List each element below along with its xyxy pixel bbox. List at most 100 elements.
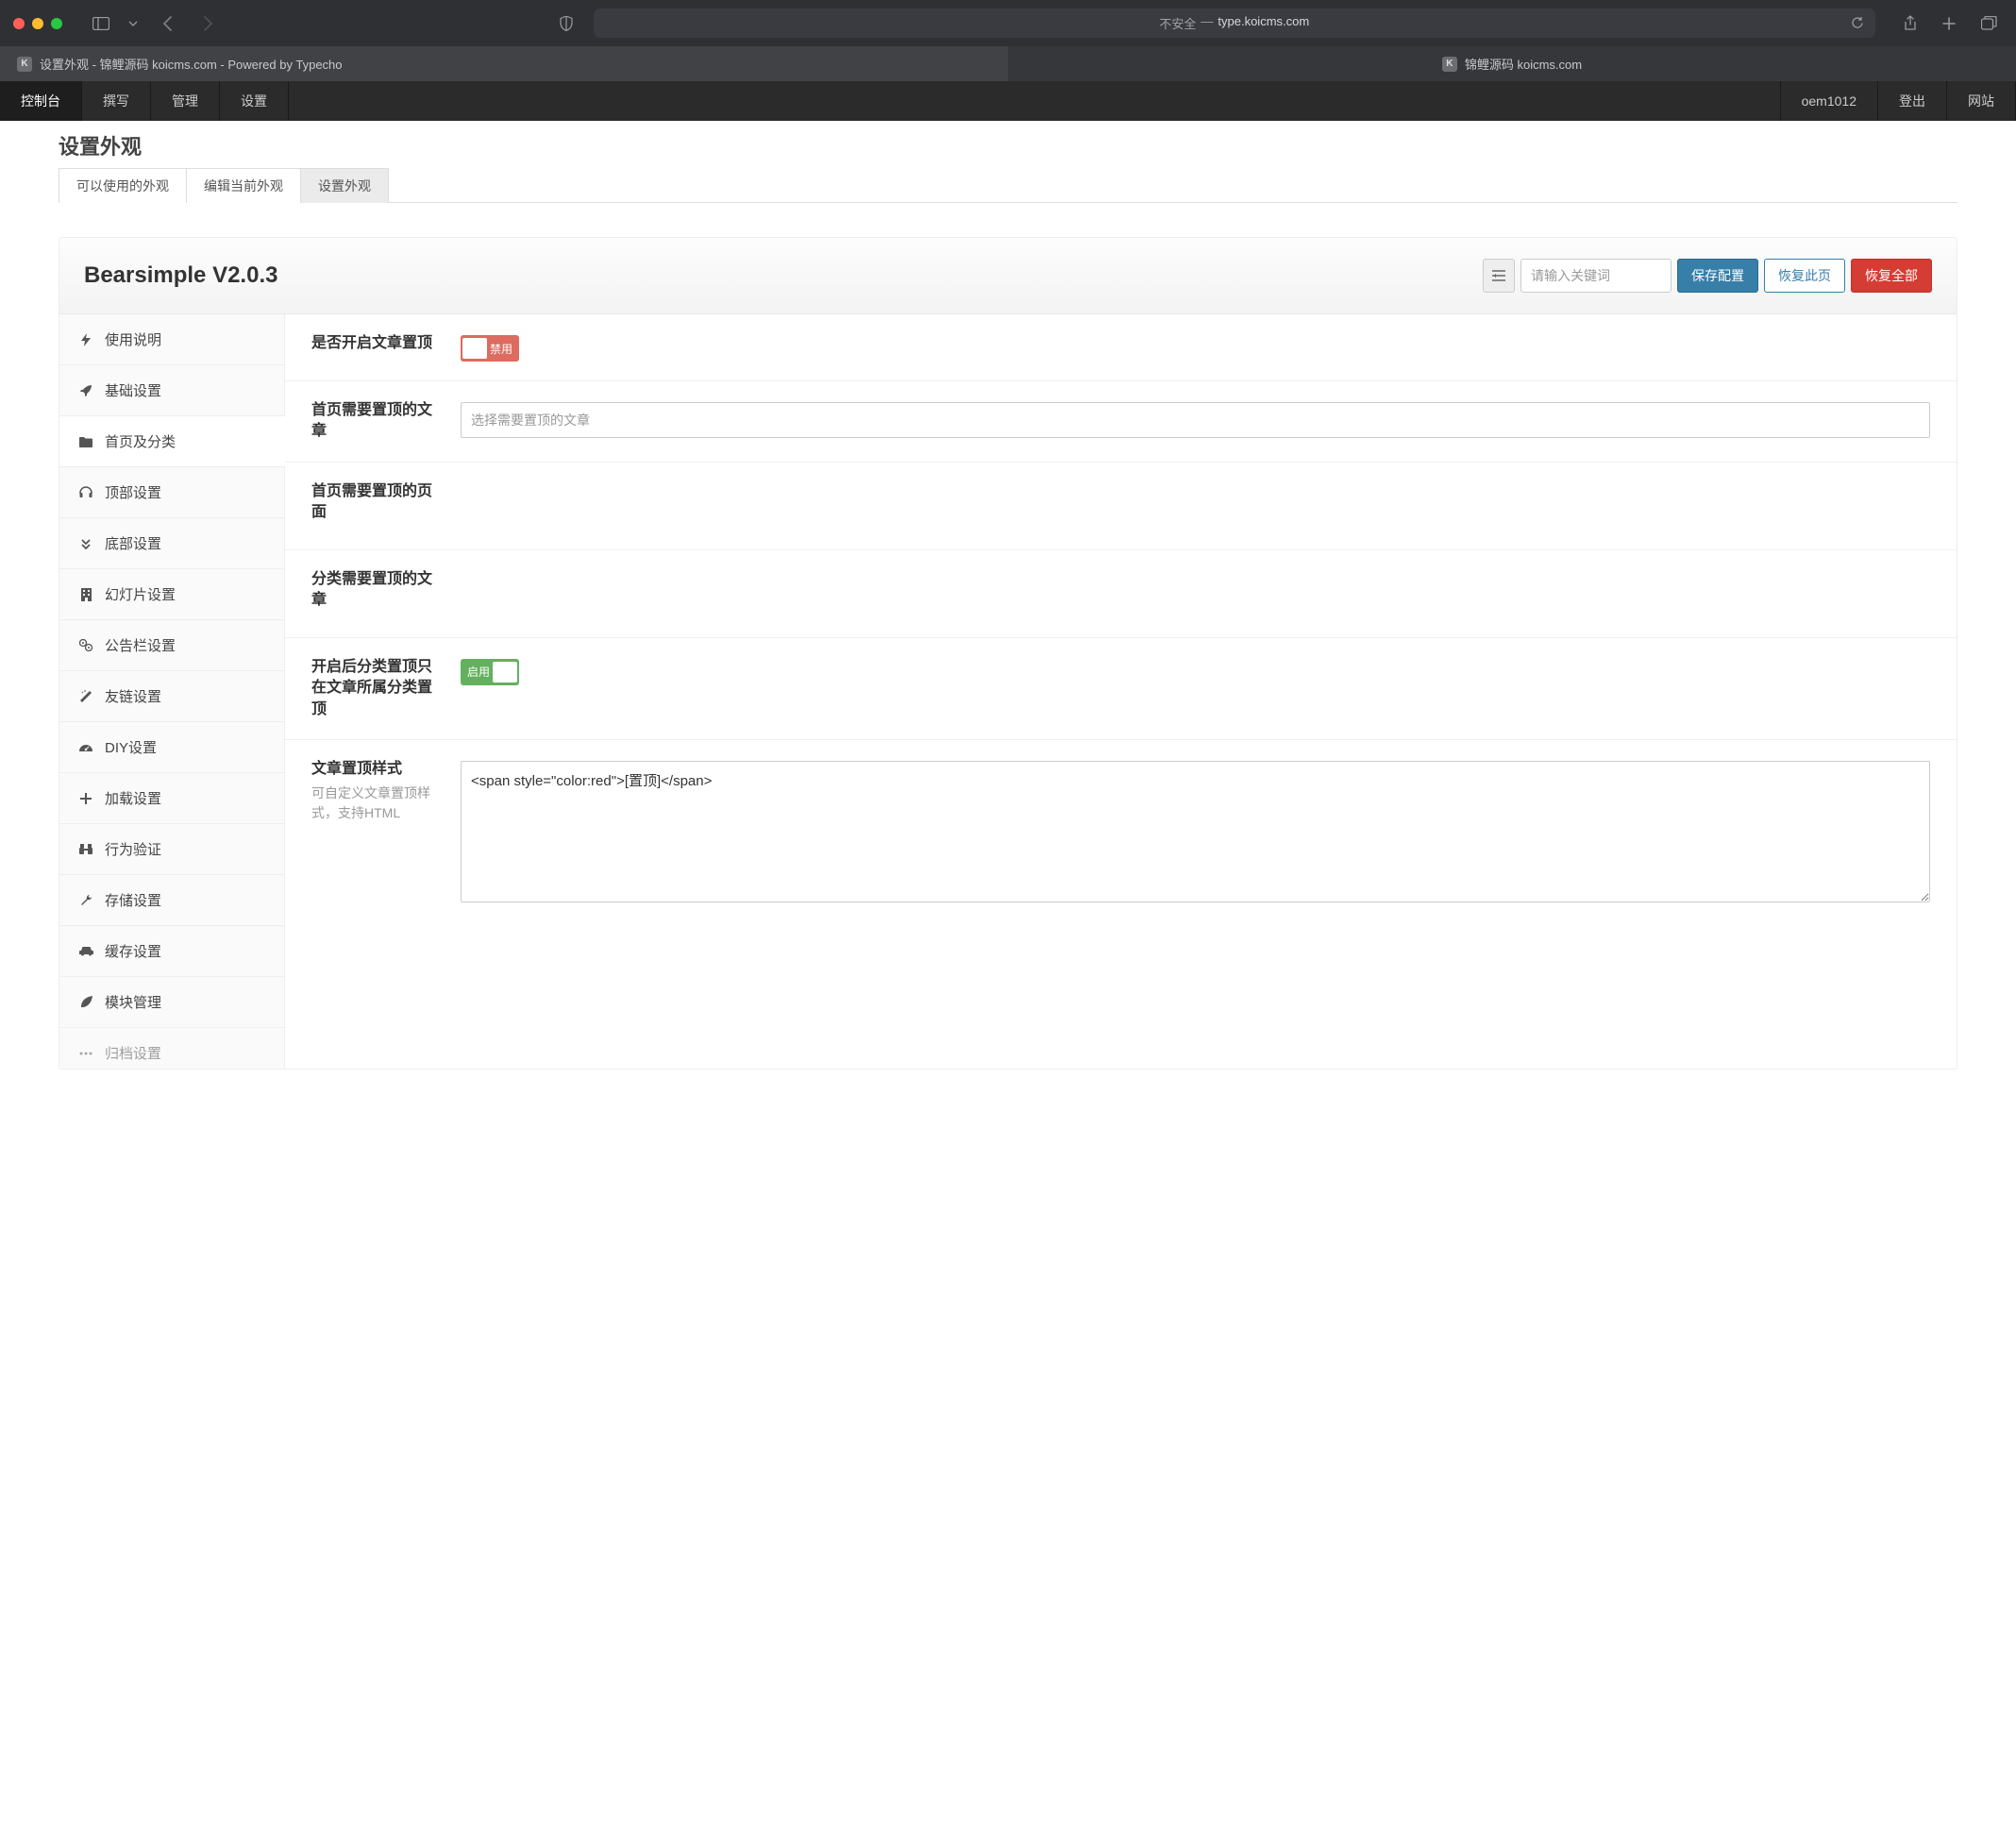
form-row-category-only-toggle: 开启后分类置顶只在文章所属分类置顶 启用 <box>285 638 1957 740</box>
form-row-category-pin-articles: 分类需要置顶的文章 <box>285 550 1957 638</box>
home-pin-articles-select[interactable]: 选择需要置顶的文章 <box>461 402 1930 438</box>
form-label: 是否开启文章置顶 <box>311 333 434 362</box>
settings-sidebar: 使用说明 基础设置 首页及分类 顶部设置 底部设置 <box>59 314 285 1069</box>
page-tab-available[interactable]: 可以使用的外观 <box>59 168 187 203</box>
leaf-icon <box>78 996 93 1008</box>
gears-icon <box>78 639 93 651</box>
nav-settings[interactable]: 设置 <box>220 81 289 121</box>
sidebar-item-slides[interactable]: 幻灯片设置 <box>59 569 284 620</box>
plus-icon <box>78 793 93 804</box>
sidebar-item-friendlinks[interactable]: 友链设置 <box>59 671 284 722</box>
page-tabs: 可以使用的外观 编辑当前外观 设置外观 <box>59 168 1957 203</box>
dropdown-chevron-icon[interactable] <box>123 19 143 28</box>
sidebar-item-announcement[interactable]: 公告栏设置 <box>59 620 284 671</box>
browser-tab-1[interactable]: K 锦鲤源码 koicms.com <box>1008 46 2016 81</box>
tab-title: 锦鲤源码 koicms.com <box>1465 55 1582 73</box>
sidebar-item-header[interactable]: 顶部设置 <box>59 467 284 518</box>
sidebar-item-captcha[interactable]: 行为验证 <box>59 824 284 875</box>
form-label: 文章置顶样式 <box>311 759 434 780</box>
sidebar-item-footer[interactable]: 底部设置 <box>59 518 284 569</box>
maximize-window-button[interactable] <box>51 18 62 29</box>
tabs-overview-icon[interactable] <box>1975 13 2003 33</box>
address-security-label: 不安全 <box>1159 14 1196 32</box>
sidebar-item-label: 幻灯片设置 <box>105 584 176 604</box>
nav-website[interactable]: 网站 <box>1947 81 2016 121</box>
sidebar-item-cache[interactable]: 缓存设置 <box>59 926 284 977</box>
chevrons-down-icon <box>78 538 93 549</box>
form-row-home-pin-articles: 首页需要置顶的文章 选择需要置顶的文章 <box>285 381 1957 463</box>
folder-icon <box>78 436 93 447</box>
address-bar[interactable]: 不安全 — type.koicms.com <box>594 8 1875 38</box>
rocket-icon <box>78 384 93 397</box>
more-icon <box>78 1051 93 1056</box>
binoculars-icon <box>78 844 93 854</box>
settings-content: 是否开启文章置顶 禁用 首页需要置顶的文章 选择需要置顶的文章 <box>285 314 1957 1069</box>
browser-tab-0[interactable]: K 设置外观 - 锦鲤源码 koicms.com - Powered by Ty… <box>0 46 1008 81</box>
browser-toolbar: 不安全 — type.koicms.com <box>0 0 2016 46</box>
sidebar-item-label: 加载设置 <box>105 788 161 808</box>
nav-logout[interactable]: 登出 <box>1878 81 1947 121</box>
sidebar-item-modules[interactable]: 模块管理 <box>59 977 284 1028</box>
sidebar-item-homepage[interactable]: 首页及分类 <box>59 416 284 467</box>
sidebar-item-label: DIY设置 <box>105 737 157 757</box>
sidebar-toggle-icon[interactable] <box>87 15 115 32</box>
close-window-button[interactable] <box>13 18 25 29</box>
browser-chrome: 不安全 — type.koicms.com K 设置外观 - 锦鲤源码 koic… <box>0 0 2016 81</box>
address-url: type.koicms.com <box>1218 14 1309 32</box>
sidebar-item-loading[interactable]: 加载设置 <box>59 773 284 824</box>
new-tab-icon[interactable] <box>1936 13 1962 33</box>
collapse-sidebar-icon[interactable] <box>1483 259 1515 293</box>
wand-icon <box>78 690 93 703</box>
theme-header: Bearsimple V2.0.3 保存配置 恢复此页 恢复全部 <box>59 238 1957 314</box>
sidebar-item-storage[interactable]: 存储设置 <box>59 875 284 926</box>
window-controls <box>13 18 62 29</box>
page-tab-edit[interactable]: 编辑当前外观 <box>186 168 301 203</box>
sidebar-item-label: 缓存设置 <box>105 941 161 961</box>
save-button[interactable]: 保存配置 <box>1677 259 1758 293</box>
reload-icon[interactable] <box>1851 16 1864 30</box>
category-only-toggle[interactable]: 启用 <box>461 659 519 685</box>
sidebar-item-label: 归档设置 <box>105 1043 161 1063</box>
nav-compose[interactable]: 撰写 <box>82 81 151 121</box>
browser-tabs: K 设置外观 - 锦鲤源码 koicms.com - Powered by Ty… <box>0 46 2016 81</box>
sidebar-item-diy[interactable]: DIY设置 <box>59 722 284 773</box>
tab-title: 设置外观 - 锦鲤源码 koicms.com - Powered by Type… <box>40 55 343 73</box>
car-icon <box>78 946 93 956</box>
form-row-home-pin-pages: 首页需要置顶的页面 <box>285 463 1957 550</box>
form-description: 可自定义文章置顶样式，支持HTML <box>311 784 434 823</box>
form-label: 首页需要置顶的页面 <box>311 481 434 531</box>
wrench-icon <box>78 894 93 906</box>
theme-settings-panel: Bearsimple V2.0.3 保存配置 恢复此页 恢复全部 使用说明 <box>59 237 1957 1070</box>
sidebar-item-label: 模块管理 <box>105 992 161 1012</box>
nav-manage[interactable]: 管理 <box>151 81 220 121</box>
search-input[interactable] <box>1520 259 1672 293</box>
restore-page-button[interactable]: 恢复此页 <box>1764 259 1845 293</box>
sidebar-item-more[interactable]: 归档设置 <box>59 1028 284 1069</box>
sidebar-item-label: 行为验证 <box>105 839 161 859</box>
dashboard-icon <box>78 743 93 751</box>
pin-style-textarea[interactable] <box>461 761 1930 902</box>
restore-all-button[interactable]: 恢复全部 <box>1851 259 1932 293</box>
sidebar-item-basic[interactable]: 基础设置 <box>59 365 284 416</box>
page-tab-settings[interactable]: 设置外观 <box>300 168 389 203</box>
sidebar-item-label: 友链设置 <box>105 686 161 706</box>
page-title: 设置外观 <box>59 130 1957 160</box>
admin-navbar: 控制台 撰写 管理 设置 oem1012 登出 网站 <box>0 81 2016 121</box>
form-row-pin-toggle: 是否开启文章置顶 禁用 <box>285 314 1957 381</box>
sidebar-item-label: 公告栏设置 <box>105 635 176 655</box>
nav-console[interactable]: 控制台 <box>0 81 82 121</box>
form-label: 分类需要置顶的文章 <box>311 569 434 618</box>
forward-button[interactable] <box>192 15 225 32</box>
shield-icon[interactable] <box>554 14 579 33</box>
share-icon[interactable] <box>1898 13 1923 33</box>
sidebar-item-usage[interactable]: 使用说明 <box>59 314 284 365</box>
bolt-icon <box>78 333 93 346</box>
sidebar-item-label: 顶部设置 <box>105 482 161 502</box>
sidebar-item-label: 底部设置 <box>105 533 161 553</box>
back-button[interactable] <box>151 15 184 32</box>
tab-favicon-icon: K <box>17 57 32 72</box>
nav-user[interactable]: oem1012 <box>1780 81 1878 121</box>
minimize-window-button[interactable] <box>32 18 43 29</box>
form-label: 首页需要置顶的文章 <box>311 400 434 443</box>
pin-toggle[interactable]: 禁用 <box>461 335 519 362</box>
